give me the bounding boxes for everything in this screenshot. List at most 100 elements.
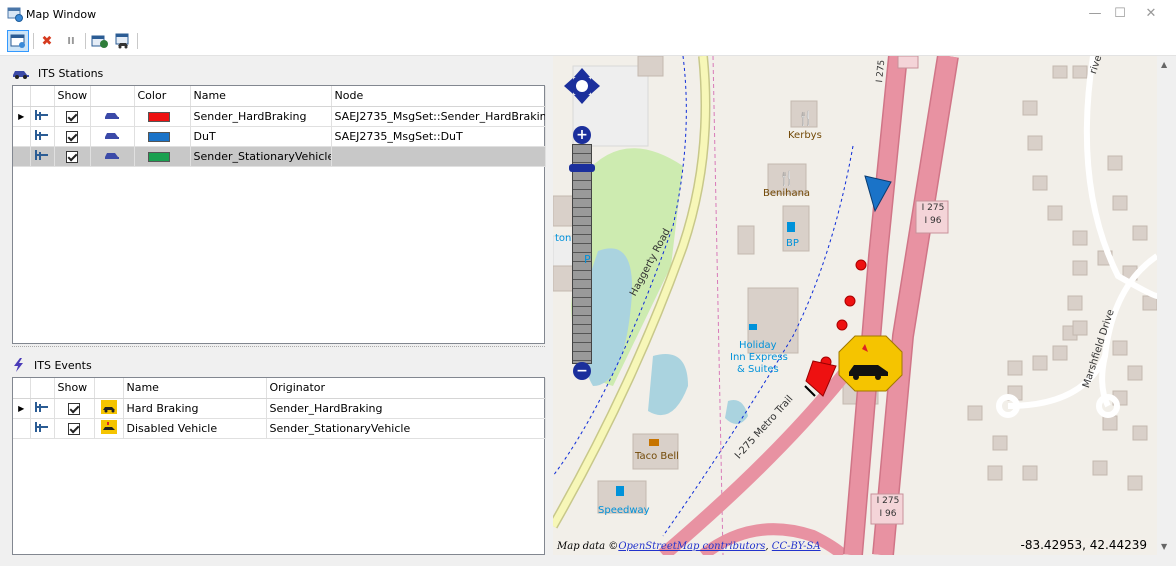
column-header-show[interactable]: Show [54, 378, 95, 399]
hard-braking-event-icon[interactable] [838, 335, 903, 392]
title-bar: Map Window — ☐ ✕ [0, 0, 1176, 28]
vehicle-export-icon [115, 33, 129, 49]
show-checkbox[interactable] [54, 418, 95, 439]
disabled-vehicle-icon [94, 418, 124, 439]
shield-i96-b: I 96 [879, 509, 897, 519]
pond [648, 354, 688, 416]
hard-braking-marker[interactable] [844, 295, 856, 307]
map-layers-icon [91, 35, 108, 48]
event-name: Hard Braking [123, 398, 267, 419]
color-swatch[interactable] [134, 106, 191, 127]
delete-button[interactable]: ✖ [36, 30, 58, 52]
svg-text:🍴: 🍴 [797, 110, 814, 127]
column-header-node[interactable]: Node [331, 86, 546, 107]
color-swatch[interactable] [134, 126, 191, 147]
close-button[interactable]: ✕ [1138, 4, 1164, 24]
table-row[interactable]: Disabled Vehicle Sender_StationaryVehicl… [13, 418, 546, 439]
coordinates-readout: -83.42953, 42.44239 [1020, 538, 1147, 552]
shield-i275-b: I 275 [876, 496, 900, 506]
label-holiday-1: Holiday [739, 340, 777, 351]
license-link[interactable]: CC-BY-SA [772, 541, 821, 552]
map-canvas[interactable]: 🍴 🍴 [553, 56, 1157, 555]
follow-icon[interactable] [30, 106, 55, 127]
table-row[interactable]: ▶ Hard Braking Sender_HardBraking [13, 398, 546, 419]
event-name: Disabled Vehicle [123, 418, 267, 439]
label-speedway: Speedway [598, 505, 650, 516]
pause-button[interactable]: II [60, 30, 82, 52]
row-pointer-icon: ▶ [13, 106, 31, 127]
event-originator: Sender_StationaryVehicle [266, 418, 546, 439]
map-attribution: Map data ©OpenStreetMap contributors, CC… [557, 541, 821, 552]
label-holiday-2: Inn Express [730, 352, 788, 363]
its-stations-header: ITS Stations [12, 64, 103, 82]
zoom-in-button[interactable]: + [573, 126, 591, 144]
column-header-color[interactable]: Color [134, 86, 191, 107]
column-header-show[interactable]: Show [54, 86, 91, 107]
label-kerbys: Kerbys [788, 130, 822, 141]
lightning-icon [14, 358, 23, 372]
vehicle-icon [90, 146, 135, 167]
event-originator: Sender_HardBraking [266, 398, 546, 419]
shield-i275-a: I 275 [921, 203, 945, 213]
stations-grid: Show Color Name Node ▶ Sender_HardBrakin… [12, 85, 546, 344]
shield-i96-a: I 96 [924, 216, 942, 226]
its-events-title: ITS Events [34, 358, 92, 372]
follow-icon[interactable] [30, 418, 55, 439]
follow-icon[interactable] [30, 146, 55, 167]
show-checkbox[interactable] [54, 106, 91, 127]
follow-icon[interactable] [30, 398, 55, 419]
pan-control[interactable] [564, 68, 600, 104]
events-header-row: Show Name Originator [13, 378, 546, 399]
row-pointer-icon: ▶ [13, 398, 31, 419]
table-row[interactable]: ▶ Sender_HardBraking SAEJ2735_MsgSet::Se… [13, 106, 546, 127]
table-row[interactable]: Sender_StationaryVehicle [13, 146, 546, 167]
show-checkbox[interactable] [54, 398, 95, 419]
window-title: Map Window [26, 8, 97, 21]
label-benihana: Benihana [763, 188, 811, 199]
delete-icon: ✖ [41, 33, 53, 49]
station-node: SAEJ2735_MsgSet::Sender_HardBraking [331, 106, 546, 127]
maximize-button[interactable]: ☐ [1107, 4, 1133, 24]
vertical-scrollbar[interactable]: ▲ ▼ [1157, 56, 1174, 555]
pond [725, 400, 748, 425]
hard-braking-marker[interactable] [836, 319, 848, 331]
export-button[interactable] [112, 30, 134, 52]
hard-braking-marker[interactable] [855, 259, 867, 271]
map-settings-button[interactable] [7, 30, 29, 52]
zoom-slider-thumb[interactable] [569, 164, 595, 172]
map-view[interactable]: 🍴 🍴 + − Kerbys Benihana BP Holiday Inn E… [553, 56, 1157, 555]
load-map-button[interactable] [89, 30, 111, 52]
color-swatch[interactable] [134, 146, 191, 167]
its-stations-title: ITS Stations [38, 66, 104, 80]
station-name: Sender_StationaryVehicle [190, 146, 332, 167]
label-taco-bell: Taco Bell [635, 451, 679, 462]
follow-icon[interactable] [30, 126, 55, 147]
map-window-icon [7, 7, 23, 22]
label-bp: BP [786, 238, 799, 249]
hard-braking-icon [94, 398, 124, 419]
column-header-originator[interactable]: Originator [266, 378, 546, 399]
its-events-header: ITS Events [12, 356, 92, 374]
zoom-out-button[interactable]: − [573, 362, 591, 380]
map-settings-icon [10, 34, 25, 48]
minimize-button[interactable]: — [1082, 4, 1108, 24]
label-holiday-3: & Suites [737, 364, 779, 375]
svg-text:🍴: 🍴 [778, 170, 795, 187]
toolbar: ✖ II [0, 28, 1176, 56]
station-name: Sender_HardBraking [190, 106, 332, 127]
table-row[interactable]: DuT SAEJ2735_MsgSet::DuT [13, 126, 546, 147]
column-header-name[interactable]: Name [190, 86, 332, 107]
pause-icon: II [67, 35, 75, 47]
label-parking: P [584, 253, 591, 266]
column-header-name[interactable]: Name [123, 378, 267, 399]
vehicle-icon [90, 106, 135, 127]
stations-header-row: Show Color Name Node [13, 86, 546, 107]
show-checkbox[interactable] [54, 126, 91, 147]
show-checkbox[interactable] [54, 146, 91, 167]
vehicle-icon [90, 126, 135, 147]
vehicle-icon [13, 71, 29, 79]
station-node: SAEJ2735_MsgSet::DuT [331, 126, 546, 147]
panel-splitter[interactable] [12, 346, 545, 350]
osm-link[interactable]: OpenStreetMap contributors [618, 541, 765, 552]
label-ton: ton [555, 233, 572, 244]
